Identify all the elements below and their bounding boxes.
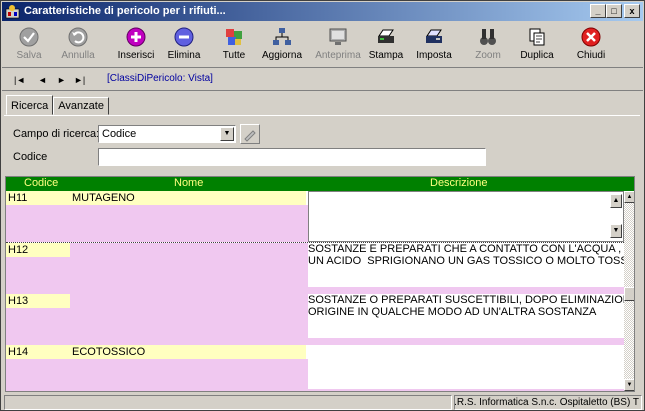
chevron-down-icon[interactable]: ▼ [220,127,234,141]
select-all-icon [226,29,242,45]
plus-icon [126,27,146,47]
close-window-button[interactable]: x [624,4,640,18]
tab-strip: Ricerca Avanzate [6,95,109,115]
monitor-icon [329,28,347,45]
printer-setup-icon [426,29,442,43]
scroll-up-button[interactable]: ▲ [624,191,634,203]
cell-code: H12 [8,244,29,256]
column-header-descrizione[interactable]: Descrizione [430,177,487,189]
minus-icon [174,27,194,47]
search-value-label: Codice [13,151,48,163]
scroll-down-button[interactable]: ▼ [624,379,634,391]
app-icon [5,5,20,19]
cell-code: H14 [8,346,29,358]
undo-icon [68,27,88,47]
memo-scroll-up[interactable]: ▲ [610,194,622,208]
table-row[interactable]: H11 MUTAGENO ▲ ▼ [6,191,624,242]
minimize-button[interactable]: _ [590,4,606,18]
cell-description[interactable] [308,191,624,242]
inserisci-button[interactable]: Inserisci [113,26,159,66]
scroll-thumb[interactable] [624,287,634,301]
binoculars-icon [480,29,496,45]
column-header-codice[interactable]: Codice [24,177,58,189]
cell-code: H13 [8,295,29,307]
tab-ricerca[interactable]: Ricerca [6,95,54,115]
close-icon [581,27,601,47]
search-input[interactable] [98,148,486,166]
status-bar: S.E.R.S. Informatica S.n.c. Ospitaletto … [2,394,643,410]
pencil-icon [244,130,256,142]
elimina-button[interactable]: Elimina [161,26,207,66]
table-row[interactable]: H14 ECOTOSSICO [6,345,624,391]
first-record-button[interactable]: |◄ [14,75,25,85]
cell-code: H11 [8,192,28,204]
view-caption: [ClassiDiPericolo: Vista] [107,73,213,84]
check-icon [19,27,39,47]
cell-description: SOSTANZE E PREPARATI CHE A CONTATTO CON … [308,243,634,267]
duplica-button[interactable]: Duplica [514,26,560,66]
tutte-button[interactable]: Tutte [211,26,257,66]
next-record-button[interactable]: ► [57,75,66,85]
main-window: Caratteristiche di pericolo per i rifiut… [0,0,645,411]
cell-name: ECOTOSSICO [72,346,146,358]
imposta-button[interactable]: Imposta [411,26,457,66]
grid-header: Codice Nome Descrizione [6,177,634,191]
prev-record-button[interactable]: ◄ [38,75,47,85]
anteprima-button[interactable]: Anteprima [315,26,361,66]
chiudi-button[interactable]: Chiudi [568,26,614,66]
search-field-select[interactable]: Codice ▼ [98,125,236,143]
memo-scroll-down[interactable]: ▼ [610,224,622,238]
copy-icon [529,28,545,46]
filter-button[interactable] [240,124,260,144]
cell-description: SOSTANZE O PREPARATI SUSCETTIBILI, DOPO … [308,294,634,318]
title-bar[interactable]: Caratteristiche di pericolo per i rifiut… [2,2,643,21]
tab-avanzate[interactable]: Avanzate [53,97,109,115]
column-header-nome[interactable]: Nome [174,177,203,189]
zoom-button[interactable]: Zoom [465,26,511,66]
data-grid: Codice Nome Descrizione H11 MUTAGENO ▲ ▼… [5,176,635,392]
table-row[interactable]: H13 SOSTANZE O PREPARATI SUSCETTIBILI, D… [6,294,634,345]
toolbar: Salva Annulla Inserisci Elimina Tutte Ag… [2,22,643,68]
refresh-network-icon [273,28,291,45]
stampa-button[interactable]: Stampa [363,26,409,66]
cell-name: MUTAGENO [72,192,135,204]
grid-scrollbar[interactable]: ▲ ▼ [624,191,634,391]
table-row[interactable]: H12 SOSTANZE E PREPARATI CHE A CONTATTO … [6,243,634,294]
annulla-button[interactable]: Annulla [55,26,101,66]
salva-button[interactable]: Salva [6,26,52,66]
status-company: S.E.R.S. Informatica S.n.c. Ospitaletto … [454,397,639,408]
maximize-button[interactable]: □ [606,4,622,18]
record-navigator: |◄ ◄ ► ►| [ClassiDiPericolo: Vista] [2,69,643,91]
aggiorna-button[interactable]: Aggiorna [259,26,305,66]
last-record-button[interactable]: ►| [74,75,85,85]
search-field-label: Campo di ricerca: [13,128,100,140]
window-title: Caratteristiche di pericolo per i rifiut… [24,5,226,17]
printer-icon [378,29,394,43]
